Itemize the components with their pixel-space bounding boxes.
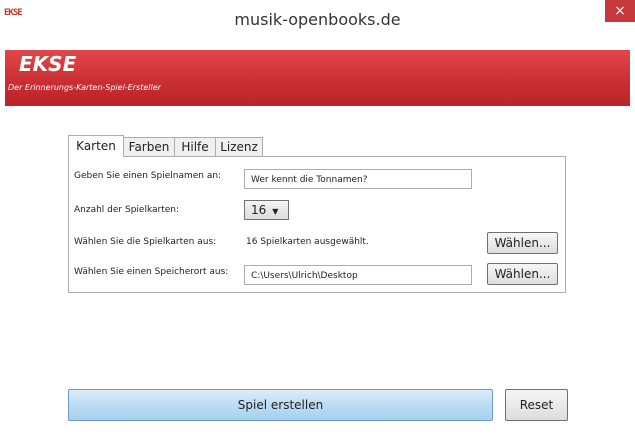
banner-title: EKSE — [19, 52, 77, 76]
card-count-select[interactable]: 16 ▼ — [244, 200, 289, 220]
save-location-input[interactable]: C:\Users\Ulrich\Desktop — [244, 265, 472, 285]
header-banner: EKSE Der Erinnerungs-Karten-Spiel-Erstel… — [5, 50, 630, 106]
karten-panel: Geben Sie einen Spielnamen an: Wer kennt… — [68, 156, 566, 293]
card-count-label: Anzahl der Spielkarten: — [74, 205, 180, 215]
game-name-label: Geben Sie einen Spielnamen an: — [74, 171, 222, 181]
card-count-value: 16 — [251, 203, 267, 217]
tab-lizenz[interactable]: Lizenz — [215, 137, 263, 156]
select-cards-status: 16 Spielkarten ausgewählt. — [246, 237, 369, 247]
title-bar: EKSE musik-openbooks.de × — [0, 0, 635, 45]
banner-subtitle: Der Erinnerungs-Karten-Spiel-Ersteller — [8, 83, 161, 92]
tab-hilfe[interactable]: Hilfe — [174, 137, 216, 156]
create-game-button[interactable]: Spiel erstellen — [68, 389, 493, 421]
game-name-input[interactable]: Wer kennt die Tonnamen? — [244, 169, 472, 189]
tab-karten[interactable]: Karten — [68, 135, 124, 157]
save-location-label: Wählen Sie einen Speicherort aus: — [74, 267, 229, 277]
tab-farben[interactable]: Farben — [123, 137, 175, 156]
save-location-button[interactable]: Wählen... — [487, 263, 558, 285]
window-title: musik-openbooks.de — [234, 10, 401, 29]
select-cards-label: Wählen Sie die Spielkarten aus: — [74, 237, 217, 247]
reset-button[interactable]: Reset — [505, 389, 568, 421]
select-cards-button[interactable]: Wählen... — [487, 232, 558, 254]
close-button[interactable]: × — [605, 0, 635, 22]
chevron-down-icon: ▼ — [272, 207, 279, 216]
